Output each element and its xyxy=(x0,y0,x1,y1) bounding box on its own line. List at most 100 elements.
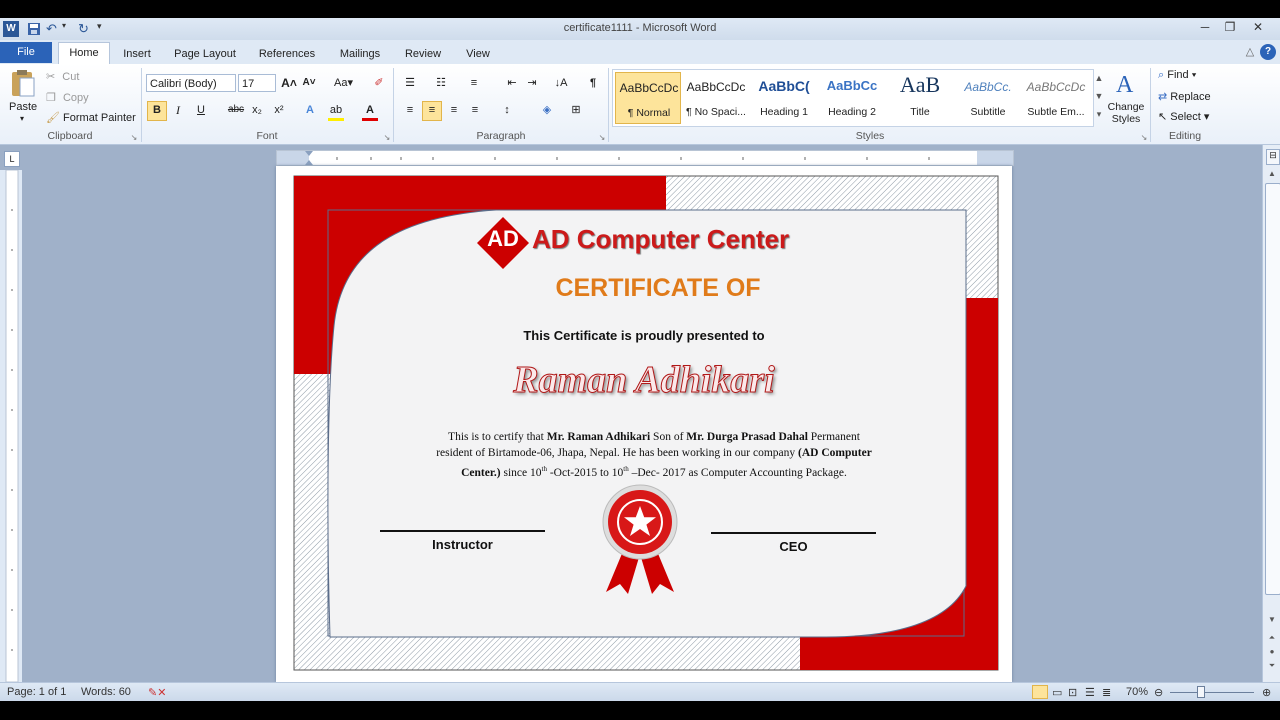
text-effects-icon[interactable]: A xyxy=(302,102,318,118)
document-page[interactable]: AD AD Computer Center CERTIFICATE OF Thi… xyxy=(276,166,1012,682)
tab-view[interactable]: View xyxy=(458,44,498,64)
draft-view-icon[interactable]: ≣ xyxy=(1102,686,1111,699)
styles-more-icon[interactable]: ▾ xyxy=(1091,106,1107,122)
shrink-font-icon[interactable]: A˅ xyxy=(301,75,317,91)
proofing-icon[interactable]: ✎✕ xyxy=(148,686,166,699)
help-icon[interactable]: ? xyxy=(1260,44,1276,60)
borders-icon[interactable]: ⊞ xyxy=(568,102,584,118)
style-heading-2[interactable]: AaBbCc Heading 2 xyxy=(819,72,885,124)
style-subtitle[interactable]: AaBbCc. Subtitle xyxy=(955,72,1021,124)
justify-icon[interactable]: ≡ xyxy=(467,102,483,118)
tab-mailings[interactable]: Mailings xyxy=(334,44,386,64)
styles-scroll-up-icon[interactable]: ▲ xyxy=(1091,70,1107,86)
zoom-slider-thumb[interactable] xyxy=(1197,686,1205,698)
zoom-slider-track[interactable] xyxy=(1170,692,1254,693)
italic-button[interactable]: I xyxy=(170,102,186,118)
page-count[interactable]: Page: 1 of 1 xyxy=(7,686,66,698)
tab-file[interactable]: File xyxy=(0,42,52,63)
tab-review[interactable]: Review xyxy=(400,44,446,64)
zoom-out-icon[interactable]: ⊖ xyxy=(1154,686,1163,699)
style-name: ¶ Normal xyxy=(627,107,671,119)
presented-line: This Certificate is proudly presented to xyxy=(523,328,765,343)
paste-dropdown-icon[interactable]: ▾ xyxy=(20,114,24,123)
certificate-heading: CERTIFICATE OF xyxy=(555,274,761,302)
line-spacing-icon[interactable]: ↕ xyxy=(499,102,515,118)
body-text: since 10 xyxy=(500,466,542,479)
copy-button[interactable]: ❐ Copy xyxy=(46,91,89,104)
tab-home[interactable]: Home xyxy=(58,42,110,65)
change-styles-button[interactable]: Change Styles xyxy=(1106,101,1146,125)
tab-references[interactable]: References xyxy=(254,44,320,64)
style-name: Heading 1 xyxy=(760,106,808,118)
full-screen-view-icon[interactable]: ▭ xyxy=(1052,686,1062,699)
align-right-icon[interactable]: ≡ xyxy=(446,102,462,118)
clear-formatting-icon[interactable]: ✐ xyxy=(371,75,387,91)
style-name: ¶ No Spaci... xyxy=(686,106,746,118)
align-center-icon[interactable]: ≡ xyxy=(422,101,442,121)
scroll-down-icon[interactable]: ▼ xyxy=(1266,615,1278,627)
tab-selector-icon[interactable]: L xyxy=(4,151,20,167)
subscript-button[interactable]: x₂ xyxy=(249,102,265,118)
bullets-icon[interactable]: ☰ xyxy=(402,75,418,91)
print-layout-view-icon[interactable] xyxy=(1032,685,1048,699)
numbering-icon[interactable]: ☷ xyxy=(433,75,449,91)
word-count[interactable]: Words: 60 xyxy=(81,686,131,698)
sort-icon[interactable]: ↓A xyxy=(553,75,569,91)
grow-font-icon[interactable]: A˄ xyxy=(281,75,297,91)
outline-view-icon[interactable]: ☰ xyxy=(1085,686,1095,699)
style-subtle-emphasis[interactable]: AaBbCcDc Subtle Em... xyxy=(1023,72,1089,124)
scroll-thumb[interactable] xyxy=(1265,183,1280,595)
next-page-icon[interactable]: ⏷ xyxy=(1266,661,1278,673)
format-painter-button[interactable]: 🖌 Format Painter xyxy=(46,111,136,124)
style-no-spacing[interactable]: AaBbCcDc ¶ No Spaci... xyxy=(683,72,749,124)
show-formatting-icon[interactable]: ¶ xyxy=(585,75,601,91)
close-button[interactable]: ✕ xyxy=(1246,20,1270,36)
ribbon: Paste ▾ ✂ Cut ❐ Copy 🖌 Format Painter Cl… xyxy=(0,64,1280,145)
multilevel-list-icon[interactable]: ≡ xyxy=(466,75,482,91)
bold-button[interactable]: B xyxy=(147,101,167,121)
zoom-in-icon[interactable]: ⊕ xyxy=(1262,686,1271,699)
previous-page-icon[interactable]: ⏶ xyxy=(1266,633,1278,645)
zoom-level[interactable]: 70% xyxy=(1126,686,1148,698)
change-case-icon[interactable]: Aa▾ xyxy=(334,75,353,91)
shading-icon[interactable]: ◈ xyxy=(539,102,555,118)
style-sample: AaB xyxy=(899,72,941,97)
styles-scroll-down-icon[interactable]: ▼ xyxy=(1091,88,1107,104)
superscript-button[interactable]: x² xyxy=(271,102,287,118)
web-layout-view-icon[interactable]: ⊡ xyxy=(1068,686,1077,699)
vertical-scrollbar[interactable]: ⊟ ▲ ▼ ⏶ ● ⏷ xyxy=(1262,145,1280,682)
paste-icon[interactable] xyxy=(8,68,38,98)
view-ruler-icon[interactable]: ⊟ xyxy=(1266,149,1280,165)
browse-object-icon[interactable]: ● xyxy=(1266,647,1278,659)
change-styles-icon[interactable]: A xyxy=(1112,68,1140,100)
minimize-button[interactable]: ─ xyxy=(1193,20,1217,36)
minimize-ribbon-icon[interactable]: △ xyxy=(1242,44,1258,60)
strikethrough-button[interactable]: abc xyxy=(226,102,246,118)
tab-insert[interactable]: Insert xyxy=(116,44,158,64)
copy-icon: ❐ xyxy=(46,92,56,104)
font-size-select[interactable]: 17 xyxy=(238,74,276,92)
style-name: Subtle Em... xyxy=(1027,106,1085,118)
align-left-icon[interactable]: ≡ xyxy=(402,102,418,118)
decrease-indent-icon[interactable]: ⇤ xyxy=(504,75,520,91)
company-name: AD Computer Center xyxy=(532,224,790,254)
find-button[interactable]: ⌕ Find ▾ xyxy=(1158,69,1196,82)
restore-button[interactable]: ❐ xyxy=(1218,20,1242,36)
style-normal[interactable]: AaBbCcDc ¶ Normal xyxy=(615,72,681,124)
underline-button[interactable]: U xyxy=(193,102,209,118)
scroll-up-icon[interactable]: ▲ xyxy=(1266,169,1278,181)
recipient-name: Raman Adhikari xyxy=(513,359,776,402)
cut-button[interactable]: ✂ Cut xyxy=(46,70,79,83)
clipboard-launcher-icon[interactable]: ↘ xyxy=(126,130,142,146)
style-title[interactable]: AaB Title xyxy=(887,72,953,124)
ceo-label: CEO xyxy=(779,539,808,554)
select-button[interactable]: ↖ Select ▾ xyxy=(1158,110,1209,123)
increase-indent-icon[interactable]: ⇥ xyxy=(524,75,540,91)
paste-button[interactable]: Paste xyxy=(9,101,37,113)
style-heading-1[interactable]: AaBbC( Heading 1 xyxy=(751,72,817,124)
font-color-icon[interactable]: A xyxy=(362,102,378,121)
tab-page-layout[interactable]: Page Layout xyxy=(170,44,240,64)
replace-button[interactable]: ⇄ Replace xyxy=(1158,90,1211,103)
font-name-select[interactable]: Calibri (Body) xyxy=(146,74,236,92)
highlight-icon[interactable]: ab xyxy=(328,102,344,121)
